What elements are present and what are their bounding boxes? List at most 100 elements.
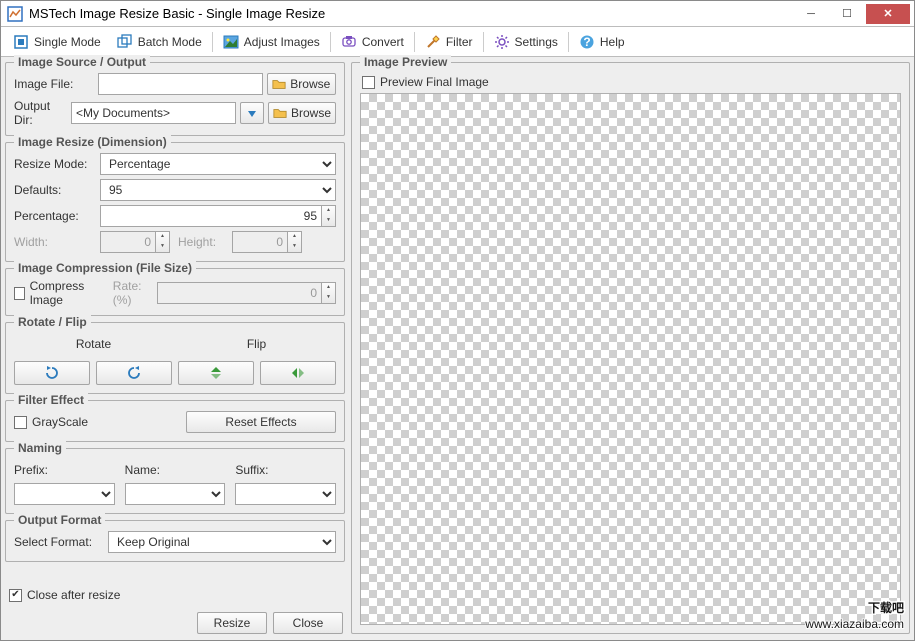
rotate-right-icon <box>126 365 142 381</box>
height-spinner: ▲▼ <box>288 231 302 253</box>
tb-label: Settings <box>515 35 558 49</box>
close-after-checkbox[interactable]: ✔ Close after resize <box>9 588 345 602</box>
flip-horizontal-icon <box>290 365 306 381</box>
filter-icon <box>425 34 441 50</box>
resize-button[interactable]: Resize <box>197 612 267 634</box>
resize-mode-select[interactable]: Percentage <box>100 153 336 175</box>
gear-icon <box>494 34 510 50</box>
defaults-label: Defaults: <box>14 183 96 197</box>
flip-vertical-icon <box>208 365 224 381</box>
folder-icon <box>273 106 287 120</box>
toolbar-separator <box>483 32 484 52</box>
image-file-input[interactable] <box>98 73 263 95</box>
rotate-right-button[interactable] <box>96 361 172 385</box>
checkbox-icon <box>362 76 375 89</box>
width-spinner: ▲▼ <box>156 231 170 253</box>
maximize-button[interactable]: ☐ <box>830 4 864 24</box>
percentage-spinner[interactable]: ▲▼ <box>322 205 336 227</box>
group-title: Image Resize (Dimension) <box>14 135 171 149</box>
svg-text:?: ? <box>583 35 590 49</box>
group-title: Naming <box>14 441 66 455</box>
tb-label: Convert <box>362 35 404 49</box>
checkbox-icon <box>14 287 25 300</box>
close-button[interactable]: ✕ <box>866 4 910 24</box>
adjust-images-button[interactable]: Adjust Images <box>215 30 328 54</box>
preview-group: Image Preview Preview Final Image <box>351 62 910 634</box>
flip-vertical-button[interactable] <box>178 361 254 385</box>
title-bar: MSTech Image Resize Basic - Single Image… <box>1 1 914 27</box>
left-panel: Image Source / Output Image File: Browse… <box>5 62 345 634</box>
output-dir-label: Output Dir: <box>14 99 67 127</box>
prefix-select[interactable] <box>14 483 115 505</box>
btn-label: Browse <box>291 106 331 120</box>
suffix-select[interactable] <box>235 483 336 505</box>
single-mode-button[interactable]: Single Mode <box>5 30 109 54</box>
toolbar-separator <box>212 32 213 52</box>
height-input <box>232 231 288 253</box>
rotate-heading: Rotate <box>14 337 173 351</box>
browse-file-button[interactable]: Browse <box>267 73 336 95</box>
adjust-icon <box>223 34 239 50</box>
format-select[interactable]: Keep Original <box>108 531 336 553</box>
resize-group: Image Resize (Dimension) Resize Mode: Pe… <box>5 142 345 262</box>
rotate-group: Rotate / Flip Rotate Flip <box>5 322 345 394</box>
preview-canvas <box>360 93 901 625</box>
tb-label: Help <box>600 35 625 49</box>
main-toolbar: Single Mode Batch Mode Adjust Images Con… <box>1 27 914 57</box>
app-window: MSTech Image Resize Basic - Single Image… <box>0 0 915 641</box>
arrow-down-icon <box>246 107 258 119</box>
minimize-button[interactable]: ─ <box>794 4 828 24</box>
help-button[interactable]: ? Help <box>571 30 633 54</box>
output-dir-input[interactable] <box>71 102 236 124</box>
group-title: Output Format <box>14 513 105 527</box>
rotate-left-button[interactable] <box>14 361 90 385</box>
toolbar-separator <box>330 32 331 52</box>
chk-label: Preview Final Image <box>380 75 489 89</box>
width-label: Width: <box>14 235 96 249</box>
batch-mode-button[interactable]: Batch Mode <box>109 30 210 54</box>
app-icon <box>7 6 23 22</box>
tb-label: Batch Mode <box>138 35 202 49</box>
group-title: Image Compression (File Size) <box>14 261 196 275</box>
preview-final-checkbox[interactable]: Preview Final Image <box>362 75 489 89</box>
defaults-select[interactable]: 95 <box>100 179 336 201</box>
convert-icon <box>341 34 357 50</box>
browse-dir-button[interactable]: Browse <box>268 102 336 124</box>
single-mode-icon <box>13 34 29 50</box>
tb-label: Filter <box>446 35 473 49</box>
image-file-label: Image File: <box>14 77 94 91</box>
settings-button[interactable]: Settings <box>486 30 566 54</box>
rate-input <box>157 282 322 304</box>
toolbar-separator <box>568 32 569 52</box>
batch-mode-icon <box>117 34 133 50</box>
window-title: MSTech Image Resize Basic - Single Image… <box>29 6 792 21</box>
chk-label: Compress Image <box>30 279 101 307</box>
prefix-label: Prefix: <box>14 463 115 477</box>
reset-effects-button[interactable]: Reset Effects <box>186 411 336 433</box>
filter-button[interactable]: Filter <box>417 30 481 54</box>
compress-checkbox[interactable]: Compress Image <box>14 279 101 307</box>
height-label: Height: <box>178 235 228 249</box>
close-dialog-button[interactable]: Close <box>273 612 343 634</box>
btn-label: Browse <box>290 77 330 91</box>
name-select[interactable] <box>125 483 226 505</box>
convert-button[interactable]: Convert <box>333 30 412 54</box>
suffix-label: Suffix: <box>235 463 336 477</box>
flip-horizontal-button[interactable] <box>260 361 336 385</box>
group-title: Filter Effect <box>14 393 88 407</box>
folder-icon <box>272 77 286 91</box>
grayscale-checkbox[interactable]: GrayScale <box>14 415 182 429</box>
rotate-left-icon <box>44 365 60 381</box>
resize-mode-label: Resize Mode: <box>14 157 96 171</box>
dir-dropdown-button[interactable] <box>240 102 264 124</box>
group-title: Image Preview <box>360 55 451 69</box>
format-group: Output Format Select Format: Keep Origin… <box>5 520 345 562</box>
chk-label: GrayScale <box>32 415 88 429</box>
help-icon: ? <box>579 34 595 50</box>
format-label: Select Format: <box>14 535 104 549</box>
rate-spinner: ▲▼ <box>322 282 336 304</box>
checkbox-icon <box>14 416 27 429</box>
percentage-input[interactable] <box>100 205 322 227</box>
source-group: Image Source / Output Image File: Browse… <box>5 62 345 136</box>
chk-label: Close after resize <box>27 588 120 602</box>
